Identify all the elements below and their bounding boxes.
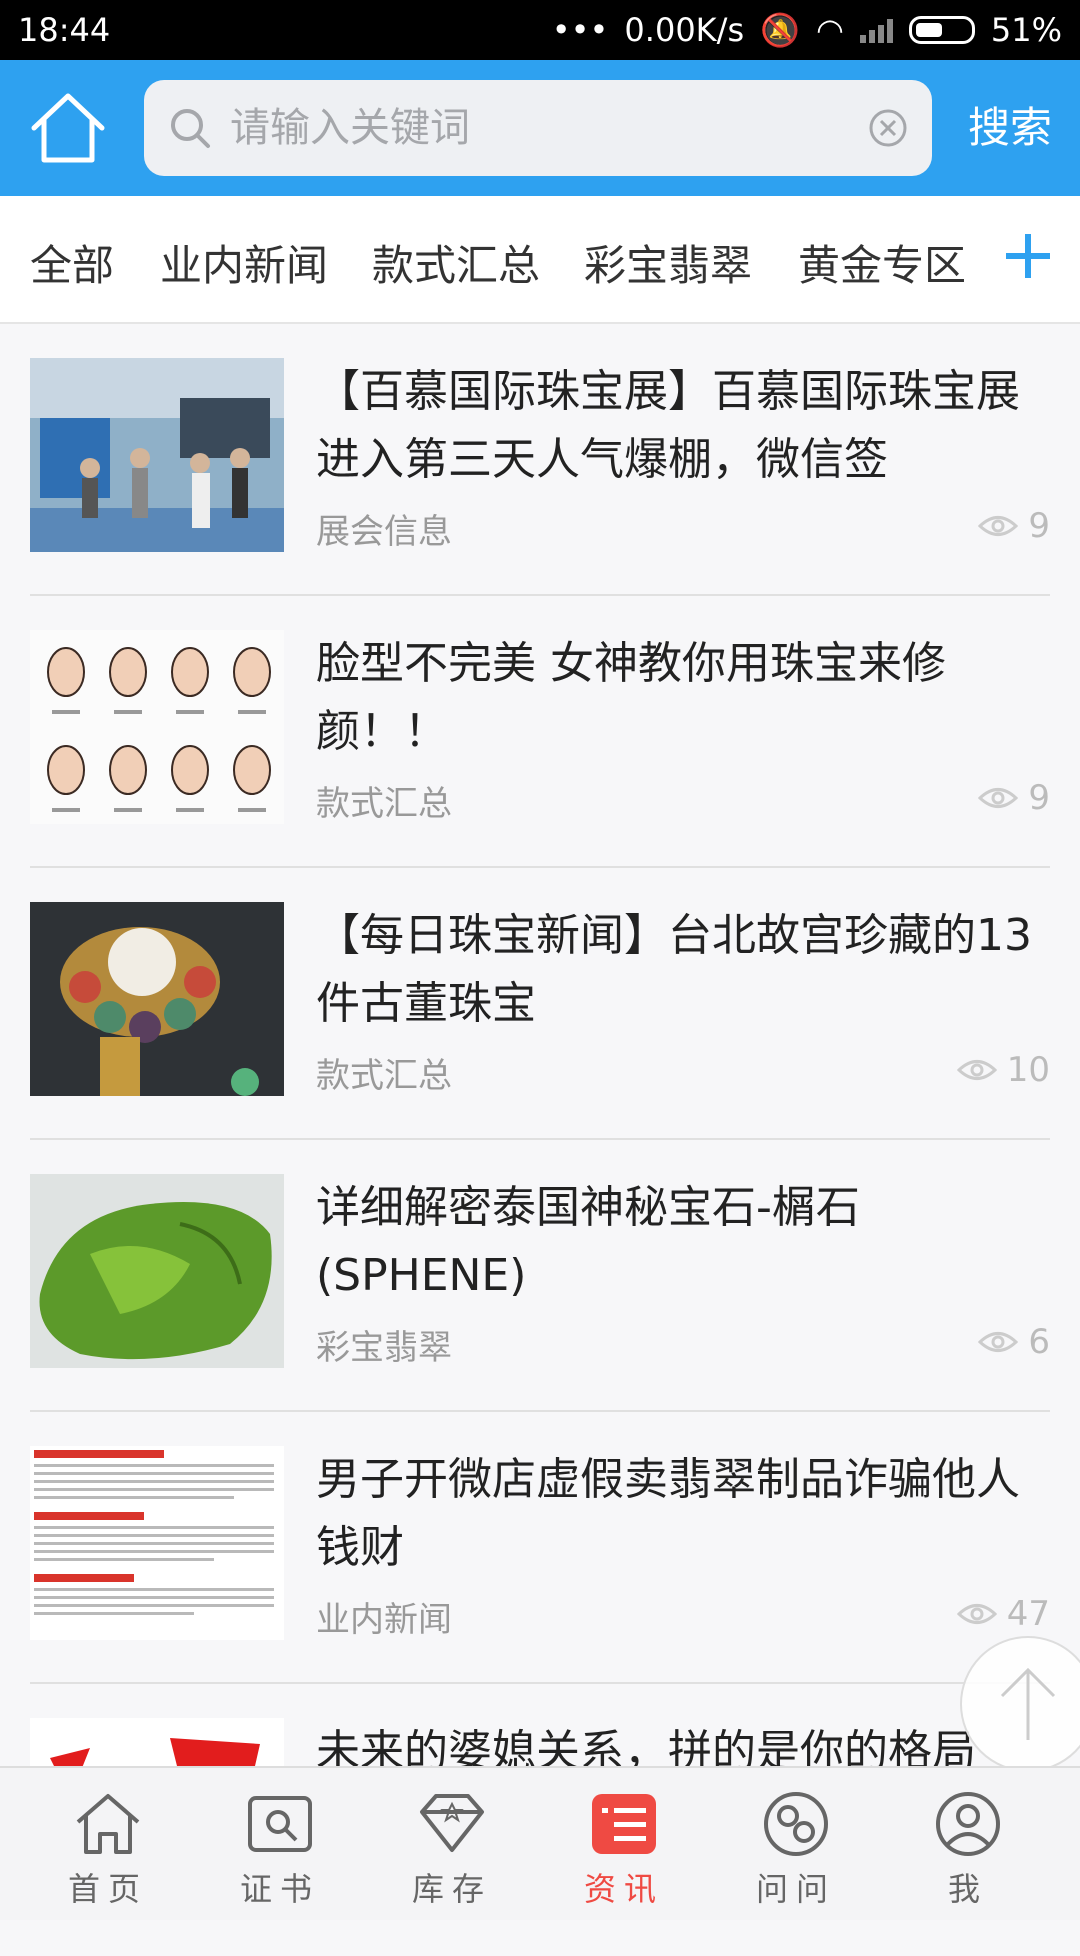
status-bar: 18:44 ••• 0.00K/s 🔕 ◠ 51% bbox=[0, 0, 1080, 60]
article-category: 款式汇总 bbox=[316, 784, 452, 824]
article-title: 【每日珠宝新闻】台北故宫珍藏的13件古董珠宝 bbox=[316, 910, 1032, 1029]
category-tabs: 全部 业内新闻 款式汇总 彩宝翡翠 黄金专区 bbox=[0, 196, 1080, 324]
view-count-value: 9 bbox=[1028, 778, 1050, 818]
nav-home[interactable]: 首页 bbox=[28, 1768, 188, 1922]
nav-label: 问问 bbox=[755, 1870, 836, 1908]
view-count: 6 bbox=[978, 1322, 1050, 1362]
eye-icon bbox=[956, 1060, 997, 1080]
search-input[interactable] bbox=[228, 104, 868, 152]
article-title: 脸型不完美 女神教你用珠宝来修颜！！ bbox=[316, 638, 946, 757]
view-count: 9 bbox=[978, 506, 1050, 546]
net-speed: 0.00K/s bbox=[624, 11, 745, 49]
nav-label: 证书 bbox=[239, 1870, 320, 1908]
article-thumbnail bbox=[30, 1446, 284, 1640]
user-icon bbox=[936, 1792, 1000, 1856]
app-header: 搜索 bbox=[0, 60, 1080, 196]
battery-icon bbox=[908, 16, 975, 44]
article-thumbnail bbox=[30, 630, 284, 824]
nav-label: 资讯 bbox=[583, 1870, 664, 1908]
nav-label: 首页 bbox=[67, 1870, 148, 1908]
mute-icon: 🔕 bbox=[760, 11, 800, 49]
article-thumbnail bbox=[30, 1174, 284, 1368]
nav-me[interactable]: 我 bbox=[888, 1768, 1048, 1922]
article-category: 款式汇总 bbox=[316, 1056, 452, 1096]
view-count-value: 10 bbox=[1006, 1050, 1050, 1090]
bottom-nav: 首页 证书 库存 资讯 问问 我 bbox=[0, 1766, 1080, 1920]
list-item[interactable]: 【百慕国际珠宝展】百慕国际珠宝展进入第三天人气爆棚，微信签 展会信息 9 bbox=[30, 324, 1050, 596]
view-count-value: 6 bbox=[1028, 1322, 1050, 1362]
nav-news[interactable]: 资讯 bbox=[544, 1768, 704, 1922]
nav-label: 库存 bbox=[411, 1870, 492, 1908]
list-item[interactable]: 详细解密泰国神秘宝石-榍石(SPHENE) 彩宝翡翠 6 bbox=[30, 1140, 1050, 1412]
article-thumbnail bbox=[30, 358, 284, 552]
certificate-icon bbox=[248, 1796, 312, 1852]
chat-icon bbox=[764, 1792, 828, 1856]
tab-gold[interactable]: 黄金专区 bbox=[798, 232, 966, 293]
nav-certificate[interactable]: 证书 bbox=[200, 1768, 360, 1922]
article-title: 详细解密泰国神秘宝石-榍石(SPHENE) bbox=[316, 1182, 860, 1301]
nav-ask[interactable]: 问问 bbox=[716, 1768, 876, 1922]
article-category: 彩宝翡翠 bbox=[316, 1328, 452, 1368]
article-category: 业内新闻 bbox=[316, 1600, 452, 1640]
eye-icon bbox=[978, 516, 1019, 536]
eye-icon bbox=[978, 788, 1019, 808]
tab-all[interactable]: 全部 bbox=[30, 232, 114, 293]
view-count: 47 bbox=[956, 1594, 1050, 1634]
diamond-icon bbox=[420, 1794, 484, 1852]
battery-percent: 51% bbox=[990, 11, 1062, 49]
view-count: 10 bbox=[956, 1050, 1050, 1090]
list-item[interactable]: 脸型不完美 女神教你用珠宝来修颜！！ 款式汇总 9 bbox=[30, 596, 1050, 868]
view-count: 9 bbox=[978, 778, 1050, 818]
tab-styles[interactable]: 款式汇总 bbox=[372, 232, 540, 293]
scroll-to-top-button[interactable] bbox=[960, 1636, 1080, 1772]
article-thumbnail bbox=[30, 902, 284, 1096]
search-box[interactable] bbox=[144, 80, 932, 176]
tab-gems-jade[interactable]: 彩宝翡翠 bbox=[584, 232, 752, 293]
home-icon bbox=[76, 1794, 140, 1854]
view-count-value: 9 bbox=[1028, 506, 1050, 546]
clear-icon[interactable] bbox=[868, 108, 908, 148]
nav-inventory[interactable]: 库存 bbox=[372, 1768, 532, 1922]
nav-label: 我 bbox=[947, 1870, 988, 1908]
wifi-icon: ◠ bbox=[815, 11, 844, 49]
article-title: 男子开微店虚假卖翡翠制品诈骗他人钱财 bbox=[316, 1454, 1020, 1573]
search-icon bbox=[171, 109, 210, 148]
status-time: 18:44 bbox=[18, 11, 111, 49]
eye-icon bbox=[956, 1604, 997, 1624]
add-tab-icon[interactable] bbox=[1002, 230, 1054, 282]
tab-industry-news[interactable]: 业内新闻 bbox=[160, 232, 328, 293]
list-item[interactable]: 【每日珠宝新闻】台北故宫珍藏的13件古董珠宝 款式汇总 10 bbox=[30, 868, 1050, 1140]
status-right: ••• 0.00K/s 🔕 ◠ 51% bbox=[552, 11, 1062, 49]
more-dots-icon: ••• bbox=[551, 11, 609, 49]
list-item[interactable]: 男子开微店虚假卖翡翠制品诈骗他人钱财 业内新闻 47 bbox=[30, 1412, 1050, 1684]
view-count-value: 47 bbox=[1006, 1594, 1050, 1634]
article-title: 【百慕国际珠宝展】百慕国际珠宝展进入第三天人气爆棚，微信签 bbox=[316, 366, 1020, 485]
arrow-up-icon bbox=[1000, 1667, 1056, 1740]
news-icon bbox=[592, 1794, 656, 1854]
signal-icon bbox=[859, 17, 893, 43]
home-icon[interactable] bbox=[28, 88, 108, 168]
article-category: 展会信息 bbox=[316, 512, 452, 552]
eye-icon bbox=[978, 1332, 1019, 1352]
search-button[interactable]: 搜索 bbox=[968, 94, 1052, 155]
